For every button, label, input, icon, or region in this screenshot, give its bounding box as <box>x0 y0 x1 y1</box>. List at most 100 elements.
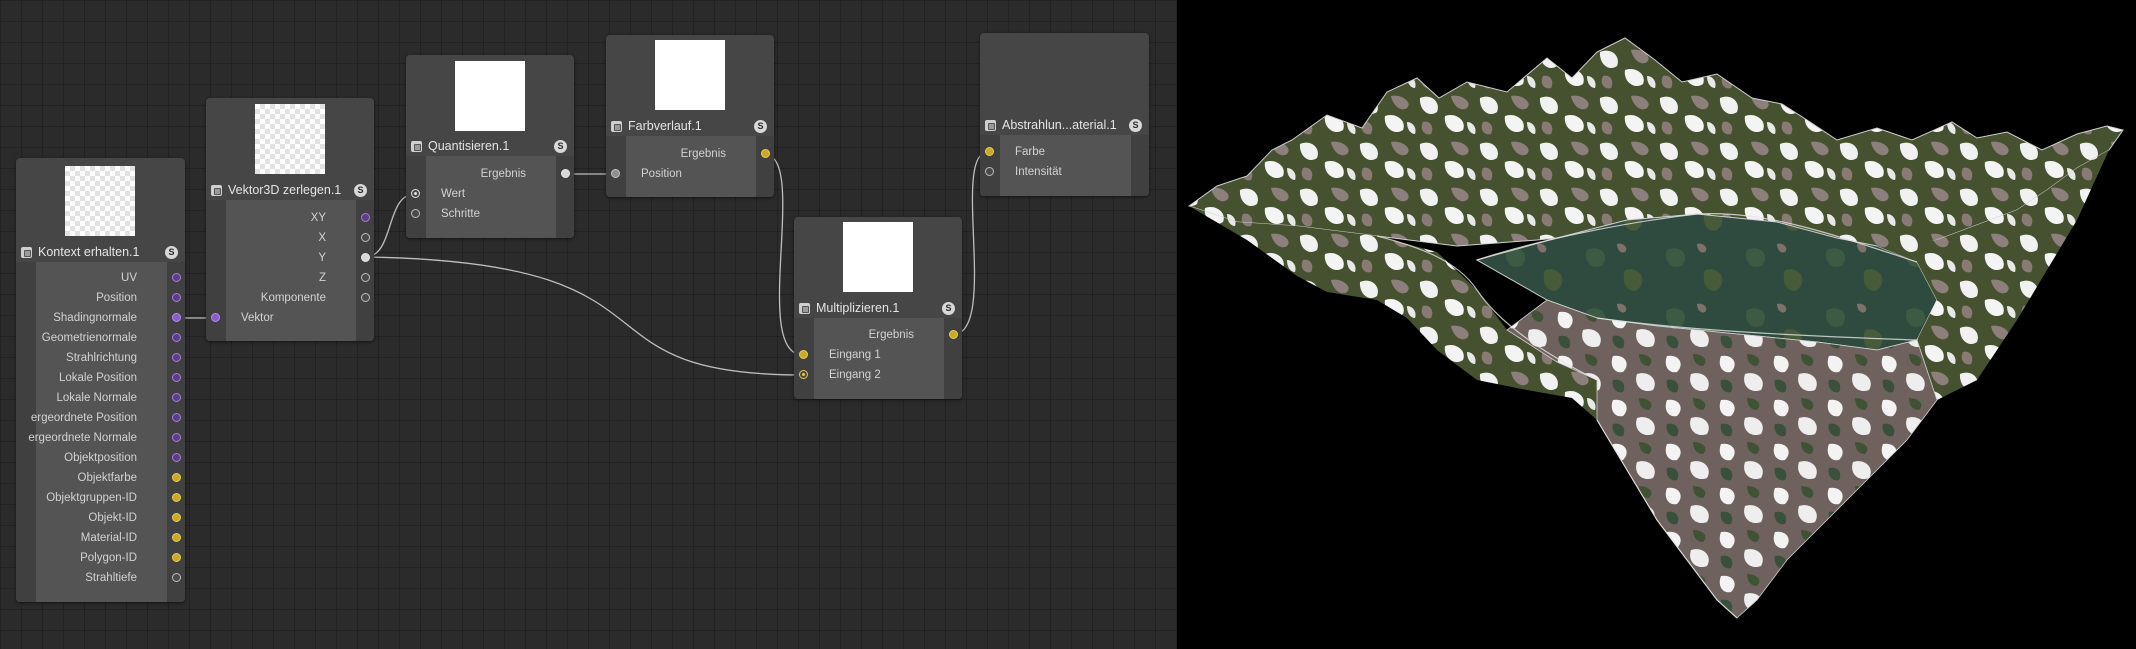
port-label: Vektor <box>241 312 274 324</box>
port-socket-icon[interactable] <box>172 293 181 302</box>
output-port-polygon-id[interactable]: Polygon-ID <box>16 548 185 568</box>
node-header[interactable]: Multiplizieren.1 S <box>794 298 962 318</box>
output-port-komponente[interactable]: Komponente <box>206 288 374 308</box>
output-port-shadingnormale[interactable]: Shadingnormale <box>16 308 185 328</box>
input-port-schritte[interactable]: Schritte <box>406 204 574 224</box>
port-label: Intensität <box>1015 166 1062 178</box>
node-header[interactable]: Kontext erhalten.1 S <box>16 242 185 262</box>
port-socket-icon[interactable] <box>361 293 370 302</box>
input-port-intensitaet[interactable]: Intensität <box>980 162 1149 182</box>
port-socket-icon[interactable] <box>761 149 770 158</box>
port-socket-icon[interactable] <box>361 233 370 242</box>
node-badge[interactable]: S <box>1129 118 1142 132</box>
node-editor[interactable]: Kontext erhalten.1 S UV Position Shadingno… <box>0 0 1177 649</box>
output-port-xy[interactable]: XY <box>206 208 374 228</box>
port-socket-icon[interactable] <box>172 273 181 282</box>
node-kontext-erhalten[interactable]: Kontext erhalten.1 S UV Position Shadingno… <box>16 158 185 602</box>
port-socket-icon[interactable] <box>211 313 220 322</box>
port-socket-icon[interactable] <box>172 353 181 362</box>
port-label: Geometrienormale <box>41 332 137 344</box>
port-socket-icon[interactable] <box>172 493 181 502</box>
node-header[interactable]: Abstrahlun...aterial.1 S <box>980 115 1149 135</box>
port-label: Polygon-ID <box>80 552 137 564</box>
output-port-lokale-normale[interactable]: Lokale Normale <box>16 388 185 408</box>
port-label: Objektgruppen-ID <box>46 492 137 504</box>
node-farbverlauf[interactable]: Farbverlauf.1 S Ergebnis Position <box>606 35 774 197</box>
output-port-y[interactable]: Y <box>206 248 374 268</box>
wire-y-multi-eingang2 <box>364 256 804 376</box>
output-port-geometrienormale[interactable]: Geometrienormale <box>16 328 185 348</box>
node-vektor3d-zerlegen[interactable]: Vektor3D zerlegen.1 S XY X Y Z Komponente Vek… <box>206 98 374 341</box>
output-port-strahltiefe[interactable]: Strahltiefe <box>16 568 185 588</box>
output-port-objektposition[interactable]: Objektposition <box>16 448 185 468</box>
port-socket-icon[interactable] <box>172 313 181 322</box>
node-preview <box>655 40 725 110</box>
port-socket-icon[interactable] <box>172 453 181 462</box>
node-badge[interactable]: S <box>165 245 178 259</box>
node-multiplizieren[interactable]: Multiplizieren.1 S Ergebnis Eingang 1 Eing… <box>794 217 962 399</box>
input-port-vektor[interactable]: Vektor <box>206 308 374 328</box>
port-socket-icon[interactable] <box>172 473 181 482</box>
port-label: Komponente <box>260 292 326 304</box>
node-quantisieren[interactable]: Quantisieren.1 S Ergebnis Wert Schritte <box>406 55 574 238</box>
port-socket-icon[interactable] <box>172 433 181 442</box>
render-viewport[interactable] <box>1177 0 2136 649</box>
output-port-ergebnis[interactable]: Ergebnis <box>794 325 962 345</box>
port-socket-icon[interactable] <box>172 373 181 382</box>
output-port-ergebnis[interactable]: Ergebnis <box>606 144 774 164</box>
port-label: Position <box>641 168 682 180</box>
output-port-uebergeordnete-position[interactable]: ergeordnete Position <box>16 408 185 428</box>
port-socket-icon[interactable] <box>172 393 181 402</box>
port-label: Strahltiefe <box>85 572 137 584</box>
port-socket-icon[interactable] <box>985 147 994 156</box>
node-title: Kontext erhalten.1 <box>38 245 140 259</box>
port-socket-icon[interactable] <box>361 213 370 222</box>
port-socket-icon[interactable] <box>799 350 808 359</box>
node-badge[interactable]: S <box>942 301 955 315</box>
port-label: Y <box>318 252 326 264</box>
port-label: Objektfarbe <box>77 472 137 484</box>
port-socket-icon[interactable] <box>949 330 958 339</box>
port-socket-icon[interactable] <box>985 167 994 176</box>
output-port-lokale-position[interactable]: Lokale Position <box>16 368 185 388</box>
output-port-position[interactable]: Position <box>16 288 185 308</box>
port-socket-icon[interactable] <box>411 209 420 218</box>
port-socket-icon[interactable] <box>172 413 181 422</box>
output-port-ergebnis[interactable]: Ergebnis <box>406 164 574 184</box>
output-port-x[interactable]: X <box>206 228 374 248</box>
output-port-strahlrichtung[interactable]: Strahlrichtung <box>16 348 185 368</box>
output-port-uebergeordnete-normale[interactable]: ergeordnete Normale <box>16 428 185 448</box>
input-port-eingang-1[interactable]: Eingang 1 <box>794 345 962 365</box>
node-type-icon <box>799 302 810 314</box>
output-port-objektgruppen-id[interactable]: Objektgruppen-ID <box>16 488 185 508</box>
output-port-uv[interactable]: UV <box>16 268 185 288</box>
input-port-eingang-2[interactable]: Eingang 2 <box>794 365 962 385</box>
node-header[interactable]: Farbverlauf.1 S <box>606 116 774 136</box>
node-badge[interactable]: S <box>354 183 367 197</box>
output-port-objekt-id[interactable]: Objekt-ID <box>16 508 185 528</box>
port-socket-icon[interactable] <box>361 253 370 262</box>
input-port-farbe[interactable]: Farbe <box>980 142 1149 162</box>
port-socket-icon[interactable] <box>172 513 181 522</box>
port-socket-icon[interactable] <box>172 573 181 582</box>
node-preview <box>843 222 913 292</box>
node-header[interactable]: Quantisieren.1 S <box>406 136 574 156</box>
output-port-z[interactable]: Z <box>206 268 374 288</box>
port-socket-icon[interactable] <box>172 553 181 562</box>
output-port-objektfarbe[interactable]: Objektfarbe <box>16 468 185 488</box>
node-badge[interactable]: S <box>554 139 567 153</box>
node-abstrahlungsmaterial[interactable]: Abstrahlun...aterial.1 S Farbe Intensität <box>980 33 1149 196</box>
port-socket-icon[interactable] <box>611 169 620 178</box>
port-socket-icon[interactable] <box>361 273 370 282</box>
port-socket-icon[interactable] <box>561 169 570 178</box>
port-socket-icon[interactable] <box>172 533 181 542</box>
port-socket-icon[interactable] <box>411 189 420 198</box>
node-header[interactable]: Vektor3D zerlegen.1 S <box>206 180 374 200</box>
input-port-position[interactable]: Position <box>606 164 774 184</box>
output-port-material-id[interactable]: Material-ID <box>16 528 185 548</box>
port-socket-icon[interactable] <box>172 333 181 342</box>
port-socket-icon[interactable] <box>799 370 808 379</box>
node-badge[interactable]: S <box>754 119 767 133</box>
port-label: Ergebnis <box>680 148 726 160</box>
input-port-wert[interactable]: Wert <box>406 184 574 204</box>
